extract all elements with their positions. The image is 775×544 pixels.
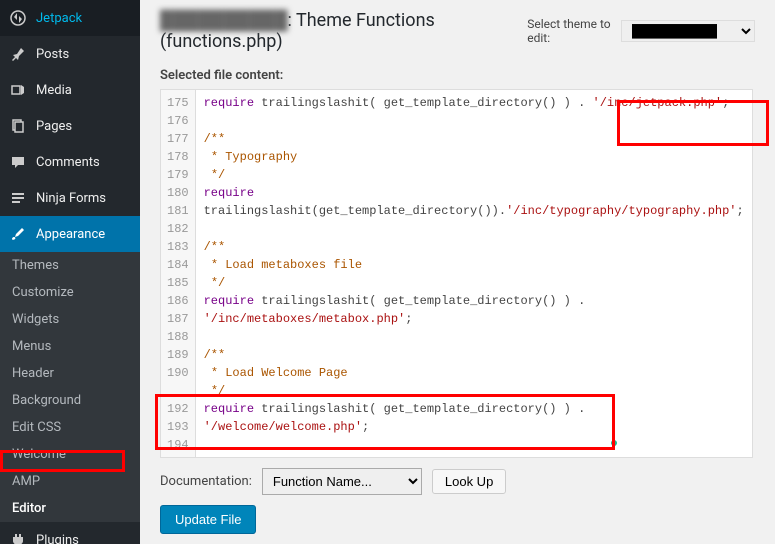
submenu-background[interactable]: Background	[0, 387, 140, 414]
media-icon	[8, 80, 28, 100]
menu-posts[interactable]: Posts	[0, 36, 140, 72]
code-editor[interactable]: 1751761771781791801811821831841851861871…	[160, 89, 753, 458]
page-icon	[8, 116, 28, 136]
menu-media[interactable]: Media	[0, 72, 140, 108]
submenu-edit-css[interactable]: Edit CSS	[0, 414, 140, 441]
page-header: ██████████: Theme Functions (functions.p…	[160, 0, 755, 62]
submenu-amp[interactable]: AMP	[0, 468, 140, 495]
brush-icon	[8, 224, 28, 244]
forms-icon	[8, 188, 28, 208]
menu-plugins[interactable]: Plugins	[0, 522, 140, 544]
theme-select-group: Select theme to edit: ██████████	[527, 17, 755, 45]
menu-ninja-forms[interactable]: Ninja Forms	[0, 180, 140, 216]
submenu-widgets[interactable]: Widgets	[0, 306, 140, 333]
selected-file-label: Selected file content:	[160, 62, 753, 89]
pin-icon	[8, 44, 28, 64]
code-content[interactable]: require trailingslashit( get_template_di…	[196, 90, 752, 457]
menu-appearance[interactable]: Appearance	[0, 216, 140, 252]
theme-select-label: Select theme to edit:	[527, 17, 615, 45]
theme-select[interactable]: ██████████	[621, 20, 755, 42]
comment-icon	[8, 152, 28, 172]
submenu-editor[interactable]: Editor	[0, 495, 140, 522]
documentation-bar: Documentation: Function Name... Look Up	[160, 458, 753, 505]
appearance-submenu: Themes Customize Widgets Menus Header Ba…	[0, 252, 140, 522]
menu-pages[interactable]: Pages	[0, 108, 140, 144]
submenu-themes[interactable]: Themes	[0, 252, 140, 279]
update-file-button[interactable]: Update File	[160, 505, 256, 534]
lookup-button[interactable]: Look Up	[432, 469, 506, 494]
gutter-indicator-icon	[611, 440, 617, 446]
doc-function-select[interactable]: Function Name...	[262, 468, 422, 495]
doc-label: Documentation:	[160, 474, 252, 489]
line-numbers: 1751761771781791801811821831841851861871…	[161, 90, 196, 457]
page-title: ██████████: Theme Functions (functions.p…	[160, 10, 527, 52]
submenu-header[interactable]: Header	[0, 360, 140, 387]
menu-jetpack[interactable]: Jetpack	[0, 0, 140, 36]
submenu-menus[interactable]: Menus	[0, 333, 140, 360]
admin-sidebar: Jetpack Posts Media Pages Comments Ninja…	[0, 0, 140, 544]
submenu-customize[interactable]: Customize	[0, 279, 140, 306]
menu-comments[interactable]: Comments	[0, 144, 140, 180]
main-content: ██████████: Theme Functions (functions.p…	[140, 0, 775, 544]
submenu-welcome[interactable]: Welcome	[0, 441, 140, 468]
plugin-icon	[8, 530, 28, 544]
jetpack-icon	[8, 8, 28, 28]
